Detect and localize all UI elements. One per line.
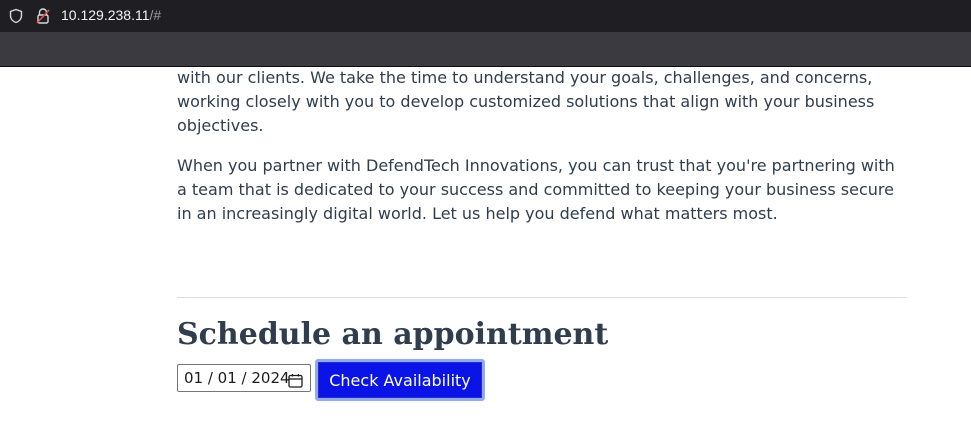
- insecure-lock-icon[interactable]: [35, 7, 51, 25]
- check-availability-button[interactable]: Check Availability: [315, 359, 485, 401]
- partner-paragraph: When you partner with DefendTech Innovat…: [177, 156, 895, 223]
- appointment-heading: Schedule an appointment: [177, 317, 609, 352]
- browser-toolbar: [0, 32, 971, 67]
- url-host: 10.129.238.11: [61, 7, 150, 23]
- section-divider: [177, 297, 907, 298]
- tracking-protection-shield-icon[interactable]: [8, 8, 24, 24]
- calendar-icon[interactable]: [288, 371, 303, 388]
- date-value: 01 / 01 / 2024: [184, 369, 290, 387]
- url-text[interactable]: 10.129.238.11/#: [61, 7, 161, 23]
- about-paragraph: with our clients. We take the time to un…: [177, 68, 875, 135]
- appointment-date-input[interactable]: 01 / 01 / 2024: [177, 364, 311, 392]
- browser-url-bar[interactable]: 10.129.238.11/#: [0, 0, 971, 32]
- url-path: /#: [149, 7, 162, 23]
